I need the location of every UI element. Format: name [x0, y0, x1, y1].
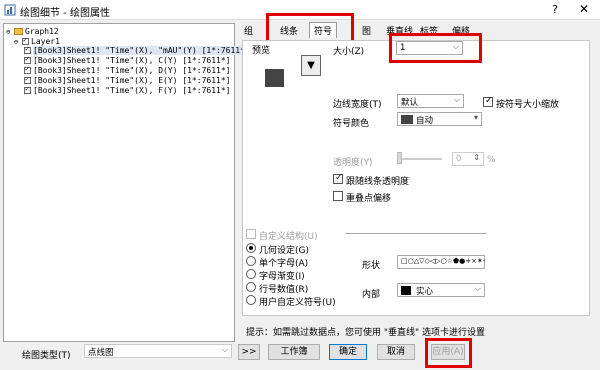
collapse-icon[interactable]: ⊖: [14, 38, 22, 46]
interior-combo[interactable]: 实心 ⌵: [397, 283, 485, 297]
radio-user-defined-label: 用户自定义符号(U): [259, 298, 336, 308]
radio-row-number-label: 行号数值(R): [259, 285, 309, 295]
chevron-down-icon: ⌵: [453, 95, 460, 104]
percent-unit: %: [487, 155, 496, 165]
tree-item-layer[interactable]: ⊖Layer1: [14, 36, 60, 46]
plot-tree[interactable]: ⊖Graph12 ⊖Layer1 [Book3]Sheet1! "Time"(X…: [3, 23, 250, 342]
symbol-preview: [265, 69, 284, 87]
highlight-box-size: [389, 33, 482, 63]
tree-item-plot[interactable]: [Book3]Sheet1! "Time"(X), "mAU"(Y) [1*:7…: [24, 45, 250, 55]
interior-swatch: [401, 286, 411, 295]
custom-structure-label: 自定义结构(U): [259, 232, 318, 242]
plot-checkbox[interactable]: [24, 75, 31, 84]
plot-checkbox[interactable]: [24, 55, 31, 64]
help-button[interactable]: ?: [548, 3, 562, 17]
transparency-track: [398, 158, 442, 160]
size-label: 大小(Z): [333, 47, 365, 57]
radio-single-char[interactable]: [246, 256, 256, 266]
radio-row-number[interactable]: [246, 282, 256, 292]
preview-label: 预览: [252, 46, 271, 56]
tree-item-plot[interactable]: [Book3]Sheet1! "Time"(X), D(Y) [1*:7611*…: [24, 65, 230, 75]
symbol-picker-button[interactable]: ▼: [301, 55, 321, 76]
cancel-button[interactable]: 取消: [377, 344, 415, 360]
chevron-down-icon: ⌵: [221, 345, 228, 354]
shape-selector[interactable]: □○△▽◇◁▷○☆⬟●+×✶-: [397, 255, 485, 269]
collapse-icon[interactable]: ⊖: [6, 28, 14, 36]
triangle-down-icon: ▼: [307, 60, 315, 71]
plot-type-label: 绘图类型(T): [22, 351, 71, 361]
tree-item-graph[interactable]: ⊖ Graph12: [6, 27, 59, 36]
spin-icon: ⇕: [473, 153, 480, 162]
radio-geometry-label: 几何设定(G): [259, 246, 309, 256]
plot-type-combo[interactable]: 点线图 ⌵: [84, 344, 232, 358]
tree-item-plot[interactable]: [Book3]Sheet1! "Time"(X), E(Y) [1*:7611*…: [24, 75, 230, 85]
tree-item-plot[interactable]: [Book3]Sheet1! "Time"(X), F(Y) [1*:7611*…: [24, 85, 230, 95]
radio-char-gradient[interactable]: [246, 269, 256, 279]
edge-width-label: 边线宽度(T): [333, 100, 382, 110]
radio-geometry[interactable]: [246, 243, 256, 253]
transparency-spin[interactable]: 0 ⇕: [452, 152, 484, 166]
plot-checkbox[interactable]: [24, 85, 31, 94]
shape-label: 形状: [362, 261, 381, 271]
edge-width-combo[interactable]: 默认 ⌵: [397, 94, 464, 108]
highlight-box-apply: [425, 338, 472, 368]
tab-drop[interactable]: 图: [362, 24, 371, 37]
more-button[interactable]: >>: [238, 344, 260, 360]
overlap-offset-label: 重叠点偏移: [346, 194, 392, 204]
scale-with-size-label: 按符号大小缩放: [496, 100, 560, 110]
chevron-down-icon: ⌵: [474, 284, 481, 293]
color-swatch: [401, 115, 413, 124]
transparency-slider[interactable]: [397, 152, 402, 164]
symbol-color-combo[interactable]: 自动 ▾: [397, 112, 482, 126]
overlap-offset-checkbox[interactable]: [333, 191, 343, 201]
interior-label: 内部: [362, 290, 381, 300]
triangle-down-icon: ▾: [473, 113, 478, 122]
custom-structure-checkbox[interactable]: [246, 229, 256, 239]
hint-text: 提示：如需跳过数据点，您可使用 "垂直线" 选项卡进行设置: [246, 328, 486, 338]
app-icon: [4, 4, 16, 16]
folder-icon: [14, 28, 23, 35]
divider: [345, 233, 487, 234]
radio-user-defined[interactable]: [246, 295, 256, 305]
tab-group[interactable]: 组: [244, 24, 253, 37]
plot-checkbox[interactable]: [24, 45, 31, 54]
follow-line-transparency-checkbox[interactable]: [333, 173, 343, 184]
radio-single-char-label: 单个字母(A): [259, 259, 309, 269]
close-button[interactable]: ✕: [576, 2, 592, 18]
radio-char-gradient-label: 字母渐变(I): [259, 272, 305, 282]
window-title: 绘图细节 - 绘图属性: [20, 8, 110, 19]
symbol-color-label: 符号颜色: [333, 119, 370, 129]
follow-line-transparency-label: 跟随线条透明度: [346, 177, 410, 187]
plot-checkbox[interactable]: [24, 65, 31, 74]
layer-checkbox[interactable]: [22, 36, 29, 45]
transparency-label: 透明度(Y): [333, 158, 373, 168]
scale-with-size-checkbox[interactable]: [483, 96, 493, 107]
tree-item-plot[interactable]: [Book3]Sheet1! "Time"(X), C(Y) [1*:7611*…: [24, 55, 230, 65]
workbook-button[interactable]: 工作簿: [268, 344, 320, 360]
ok-button[interactable]: 确定: [329, 344, 367, 360]
